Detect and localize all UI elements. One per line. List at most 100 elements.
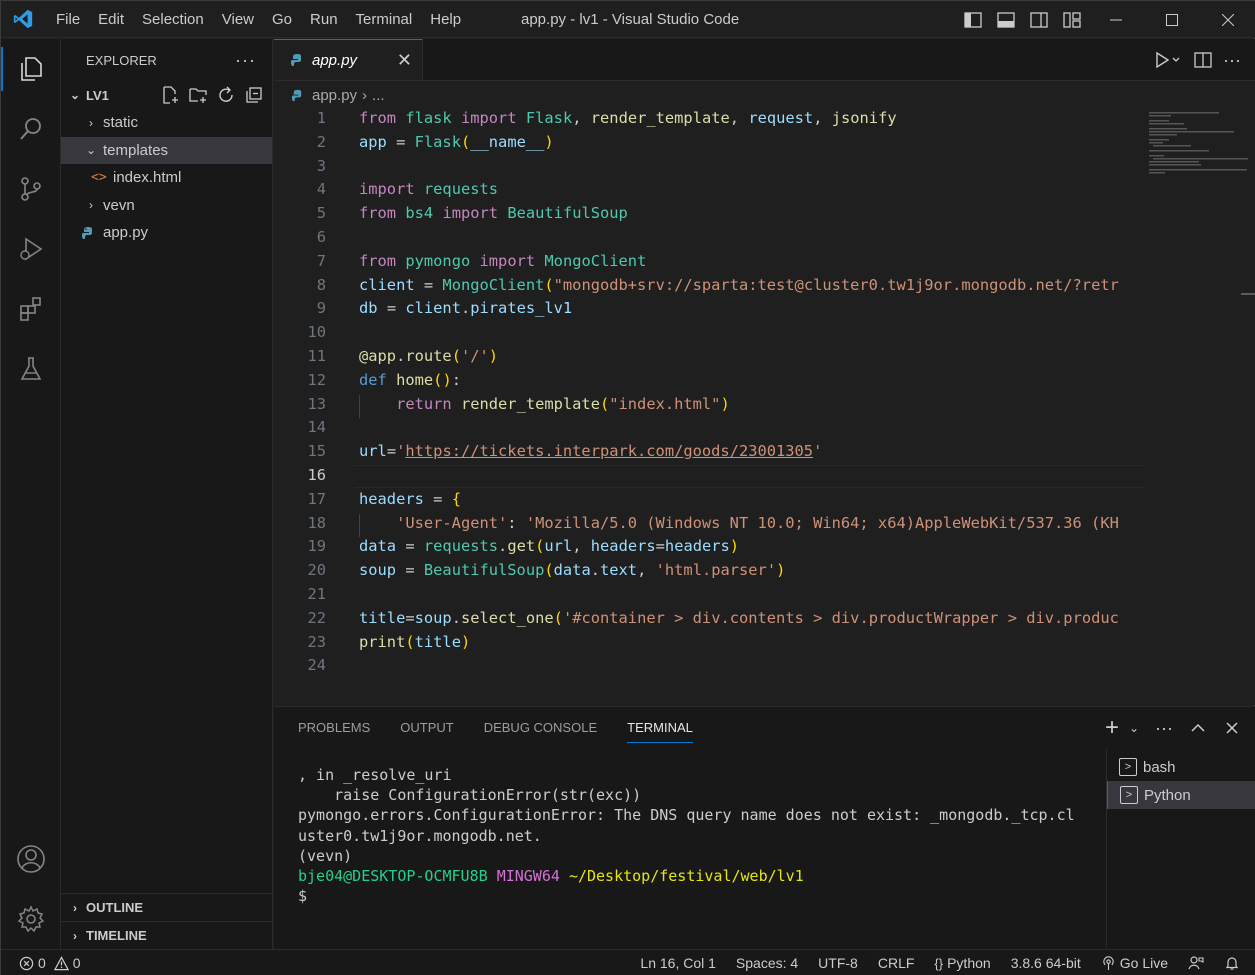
menu-run[interactable]: Run	[301, 1, 347, 38]
testing-flask-icon[interactable]	[1, 339, 61, 399]
tree-folder-static[interactable]: › static	[61, 109, 272, 137]
tab-app-py[interactable]: app.py ✕	[274, 39, 423, 80]
line-number: 15	[307, 442, 326, 461]
indent-guide	[359, 513, 360, 538]
terminal-output[interactable]: , in _resolve_uri raise ConfigurationErr…	[298, 765, 1075, 906]
line-number: 1	[316, 109, 326, 127]
extensions-icon[interactable]	[1, 279, 61, 339]
menu-file[interactable]: File	[47, 1, 89, 38]
code-line: soup = BeautifulSoup(data.text, 'html.pa…	[359, 561, 786, 580]
vscode-logo-icon	[1, 1, 45, 38]
workspace-root[interactable]: ⌄ LV1	[61, 81, 272, 109]
run-debug-icon[interactable]	[1, 219, 61, 279]
customize-layout-icon[interactable]	[1055, 1, 1088, 38]
new-file-icon[interactable]	[160, 85, 180, 105]
code-line: 'User-Agent': 'Mozilla/5.0 (Windows NT 1…	[396, 513, 1119, 532]
cursor-position[interactable]: Ln 16, Col 1	[630, 955, 726, 971]
terminal-item-label: Python	[1144, 786, 1191, 804]
maximize-icon[interactable]	[1144, 1, 1200, 38]
collapse-all-icon[interactable]	[244, 85, 264, 105]
new-terminal-icon[interactable]: +	[1105, 716, 1119, 740]
html-file-icon: <>	[91, 170, 107, 186]
code-line: client = MongoClient("mongodb+srv://spar…	[359, 275, 1119, 294]
tree-file-app-py[interactable]: app.py	[61, 219, 272, 247]
terminal-item-python[interactable]: > Python	[1107, 781, 1255, 809]
line-number: 3	[316, 156, 326, 175]
close-tab-icon[interactable]: ✕	[397, 50, 412, 71]
tab-debug-console[interactable]: DEBUG CONSOLE	[484, 707, 597, 749]
breadcrumb-file[interactable]: app.py	[312, 87, 357, 104]
maximize-panel-icon[interactable]	[1189, 719, 1207, 737]
tree-file-index-html[interactable]: <> index.html	[61, 164, 272, 192]
settings-gear-icon[interactable]	[1, 889, 61, 949]
tab-label: app.py	[312, 51, 358, 69]
terminal-line: pymongo.errors.ConfigurationError: The D…	[298, 806, 1075, 825]
tree-folder-templates[interactable]: ⌄ templates	[61, 136, 272, 164]
code-line: app = Flask(__name__)	[359, 132, 554, 151]
line-number: 18	[307, 513, 326, 532]
status-right: Ln 16, Col 1 Spaces: 4 UTF-8 CRLF {} Pyt…	[630, 955, 1255, 971]
terminal-item-bash[interactable]: > bash	[1107, 753, 1255, 781]
breadcrumb-symbols[interactable]: ...	[372, 87, 385, 104]
search-icon[interactable]	[1, 99, 61, 159]
feedback-icon[interactable]	[1178, 955, 1214, 971]
menu-view[interactable]: View	[213, 1, 263, 38]
source-control-icon[interactable]	[1, 159, 61, 219]
notifications-bell-icon[interactable]	[1214, 955, 1255, 971]
indent-guide	[359, 394, 360, 419]
indentation[interactable]: Spaces: 4	[726, 955, 808, 971]
tab-problems[interactable]: PROBLEMS	[298, 707, 370, 749]
account-icon[interactable]	[1, 829, 61, 889]
code-line: headers = {	[359, 489, 461, 508]
editor-actions: ···	[1153, 39, 1241, 81]
close-panel-icon[interactable]	[1223, 719, 1241, 737]
explorer-icon[interactable]	[1, 39, 61, 99]
end-of-line[interactable]: CRLF	[868, 955, 925, 971]
chevron-down-icon[interactable]: ⌄	[1129, 721, 1139, 735]
tab-output[interactable]: OUTPUT	[400, 707, 453, 749]
panel-more-icon[interactable]: ···	[1155, 718, 1173, 739]
language-mode[interactable]: {} Python	[924, 955, 1000, 971]
code-line: url='https://tickets.interpark.com/goods…	[359, 442, 823, 461]
problems-status[interactable]: 0 0	[1, 955, 91, 971]
refresh-icon[interactable]	[216, 85, 236, 105]
toggle-panel-icon[interactable]	[989, 1, 1022, 38]
menu-go[interactable]: Go	[263, 1, 301, 38]
line-number: 10	[307, 323, 326, 342]
editor-area: app.py ✕ ··· app.py › ... 1 2 3 4 5 6 7 8 9 10 11 1…	[274, 39, 1255, 705]
python-file-icon	[291, 54, 301, 66]
menu-selection[interactable]: Selection	[133, 1, 213, 38]
menu-terminal[interactable]: Terminal	[347, 1, 422, 38]
toggle-secondary-sidebar-icon[interactable]	[1022, 1, 1055, 38]
python-interpreter[interactable]: 3.8.6 64-bit	[1001, 955, 1091, 971]
more-actions-icon[interactable]: ···	[235, 50, 256, 71]
chevron-right-icon: ›	[89, 198, 93, 213]
code-line: def home():	[359, 370, 461, 389]
menu-edit[interactable]: Edit	[89, 1, 133, 38]
new-folder-icon[interactable]	[188, 85, 208, 105]
split-editor-icon[interactable]	[1193, 50, 1213, 70]
tab-terminal[interactable]: TERMINAL	[627, 707, 693, 749]
explorer-header: EXPLORER ···	[61, 39, 272, 81]
toggle-primary-sidebar-icon[interactable]	[956, 1, 989, 38]
menu-help[interactable]: Help	[421, 1, 470, 38]
explorer-title: EXPLORER	[86, 52, 157, 68]
tree-file-index-html-label: index.html	[113, 169, 182, 187]
window-controls	[1088, 1, 1255, 38]
tree-folder-vevn[interactable]: › vevn	[61, 192, 272, 220]
minimize-icon[interactable]	[1088, 1, 1144, 38]
code-editor[interactable]: 1 2 3 4 5 6 7 8 9 10 11 12 13 14 15 16 17 18 19 20 21 22 23 24 …	[274, 109, 1144, 705]
encoding[interactable]: UTF-8	[808, 955, 868, 971]
outline-section[interactable]: › OUTLINE	[61, 893, 273, 921]
editor-more-icon[interactable]: ···	[1223, 50, 1241, 71]
go-live-button[interactable]: Go Live	[1091, 955, 1178, 971]
breadcrumb: app.py › ...	[274, 81, 1255, 109]
terminal-prompt: bje04@DESKTOP-OCMFU8B MINGW64 ~/Desktop/…	[298, 866, 1075, 886]
timeline-section[interactable]: › TIMELINE	[61, 921, 273, 949]
chevron-down-icon: ⌄	[69, 88, 81, 102]
minimap[interactable]	[1145, 109, 1255, 705]
close-window-icon[interactable]	[1200, 1, 1255, 38]
run-python-file-icon[interactable]	[1153, 50, 1183, 70]
terminal-icon: >	[1119, 758, 1137, 776]
code-line: from pymongo import MongoClient	[359, 251, 647, 270]
